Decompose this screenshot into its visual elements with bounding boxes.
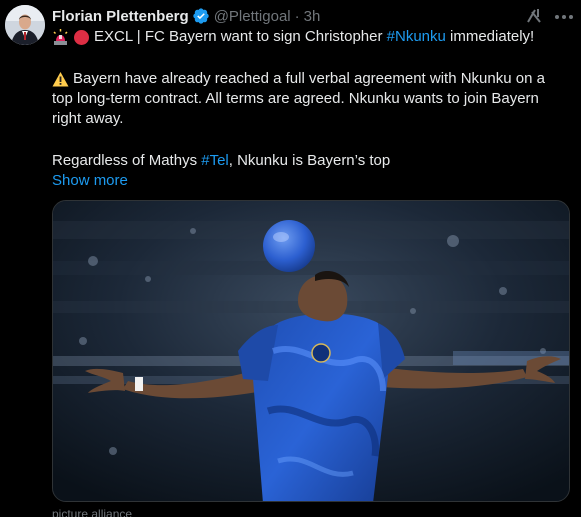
tweet-line-4: right away.: [52, 110, 124, 127]
tweet-line-1-suffix: immediately!: [445, 28, 535, 45]
tweet-line-1: EXCL | FC Bayern want to sign Christophe…: [52, 27, 567, 47]
tweet-line-1-prefix: EXCL | FC Bayern want to sign Christophe…: [94, 28, 387, 45]
siren-emoji-icon: [52, 28, 69, 46]
tweet-line-5-suffix: , Nkunku is Bayern’s top: [228, 152, 391, 169]
author-handle[interactable]: @Plettigoal: [214, 8, 291, 25]
avatar[interactable]: [5, 5, 45, 45]
tweet-header: Florian Plettenberg @Plettigoal · 3h: [52, 5, 320, 27]
hashtag-tel[interactable]: #Tel: [201, 151, 229, 171]
grok-icon[interactable]: [523, 5, 545, 27]
tweet-line-2-text: Bayern have already reached a full verba…: [73, 70, 545, 87]
tweet-line-5: Regardless of Mathys #Tel , Nkunku is Ba…: [52, 151, 567, 171]
red-circle-emoji-icon: [73, 29, 90, 46]
more-options-icon[interactable]: [553, 6, 575, 28]
tweet-line-3: top long-term contract. All terms are ag…: [52, 90, 539, 107]
verified-badge-icon: [192, 7, 210, 25]
avatar-image: [5, 5, 45, 45]
photo-credit: picture alliance: [52, 507, 133, 517]
warning-emoji-icon: [52, 71, 69, 88]
tweet-media-photo[interactable]: [52, 200, 570, 502]
hashtag-nkunku[interactable]: #Nkunku: [387, 27, 446, 47]
tweet-text: EXCL | FC Bayern want to sign Christophe…: [52, 27, 567, 191]
player-photo: [53, 201, 569, 501]
author-name[interactable]: Florian Plettenberg: [52, 8, 189, 25]
show-more-link[interactable]: Show more: [52, 171, 567, 191]
tweet-line-5-prefix: Regardless of Mathys: [52, 152, 202, 169]
separator-dot: ·: [294, 7, 300, 25]
tweet-line-2: Bayern have already reached a full verba…: [52, 69, 567, 89]
timestamp[interactable]: 3h: [304, 8, 321, 25]
tweet[interactable]: Florian Plettenberg @Plettigoal · 3h EXC…: [0, 0, 581, 517]
